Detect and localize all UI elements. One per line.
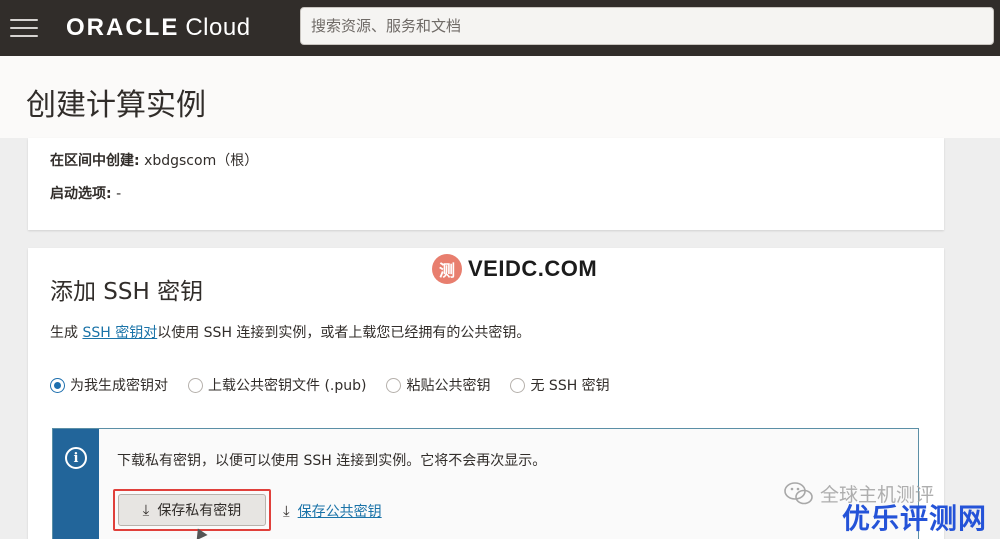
info-message: 下载私有密钥，以便可以使用 SSH 连接到实例。它将不会再次显示。	[117, 453, 547, 469]
download-icon: ⤓	[283, 502, 290, 520]
ssh-section-title: 添加 SSH 密钥	[50, 279, 204, 305]
brand-watermark: 优乐评测网	[842, 502, 988, 535]
hamburger-menu-icon[interactable]	[6, 17, 42, 39]
veidc-watermark: 测 VEIDC.COM	[432, 254, 597, 284]
boot-options-row: 启动选项: -	[50, 183, 121, 203]
radio-generate-key-pair[interactable]: 为我生成密钥对	[50, 375, 168, 395]
download-icon: ⤓	[142, 501, 150, 519]
radio-paste-public-key[interactable]: 粘贴公共密钥	[386, 375, 490, 395]
wechat-icon	[784, 481, 813, 504]
save-private-key-button[interactable]: ⤓ 保存私有密钥	[118, 494, 266, 526]
top-navigation-bar: ORACLE Cloud	[0, 0, 1000, 56]
watermark-badge-icon: 测	[432, 254, 462, 284]
compartment-value: xbdgscom（根）	[144, 153, 259, 169]
compartment-row: 在区间中创建: xbdgscom（根）	[50, 150, 258, 170]
summary-card: 在区间中创建: xbdgscom（根） 启动选项: -	[28, 138, 944, 230]
save-private-key-highlight: ⤓ 保存私有密钥	[113, 489, 271, 531]
radio-empty-icon[interactable]	[188, 377, 203, 393]
ssh-key-options: 为我生成密钥对 上载公共密钥文件 (.pub) 粘贴公共密钥 无 SSH 密钥	[50, 375, 630, 395]
radio-empty-icon[interactable]	[510, 377, 526, 393]
global-search-box[interactable]	[300, 7, 994, 45]
radio-empty-icon[interactable]	[386, 377, 402, 393]
search-input[interactable]	[311, 17, 993, 35]
oracle-cloud-logo[interactable]: ORACLE Cloud	[66, 14, 251, 42]
compartment-label: 在区间中创建:	[50, 153, 140, 169]
boot-options-value: -	[116, 186, 122, 202]
boot-options-label: 启动选项:	[50, 186, 112, 202]
radio-no-ssh-key[interactable]: 无 SSH 密钥	[510, 375, 610, 395]
watermark-site-text: VEIDC.COM	[468, 256, 598, 281]
ssh-description: 生成 SSH 密钥对以使用 SSH 连接到实例，或者上载您已经拥有的公共密钥。	[50, 325, 531, 341]
page-header: 创建计算实例	[0, 56, 1000, 138]
radio-upload-public-key[interactable]: 上载公共密钥文件 (.pub)	[188, 375, 366, 395]
info-icon: i	[65, 447, 87, 469]
radio-selected-icon[interactable]	[50, 377, 65, 393]
page-title: 创建计算实例	[26, 88, 206, 123]
info-banner-strip: i	[53, 429, 99, 539]
save-public-key-link[interactable]: ⤓ 保存公共密钥	[283, 501, 382, 521]
ssh-key-pair-link[interactable]: SSH 密钥对	[82, 325, 157, 341]
